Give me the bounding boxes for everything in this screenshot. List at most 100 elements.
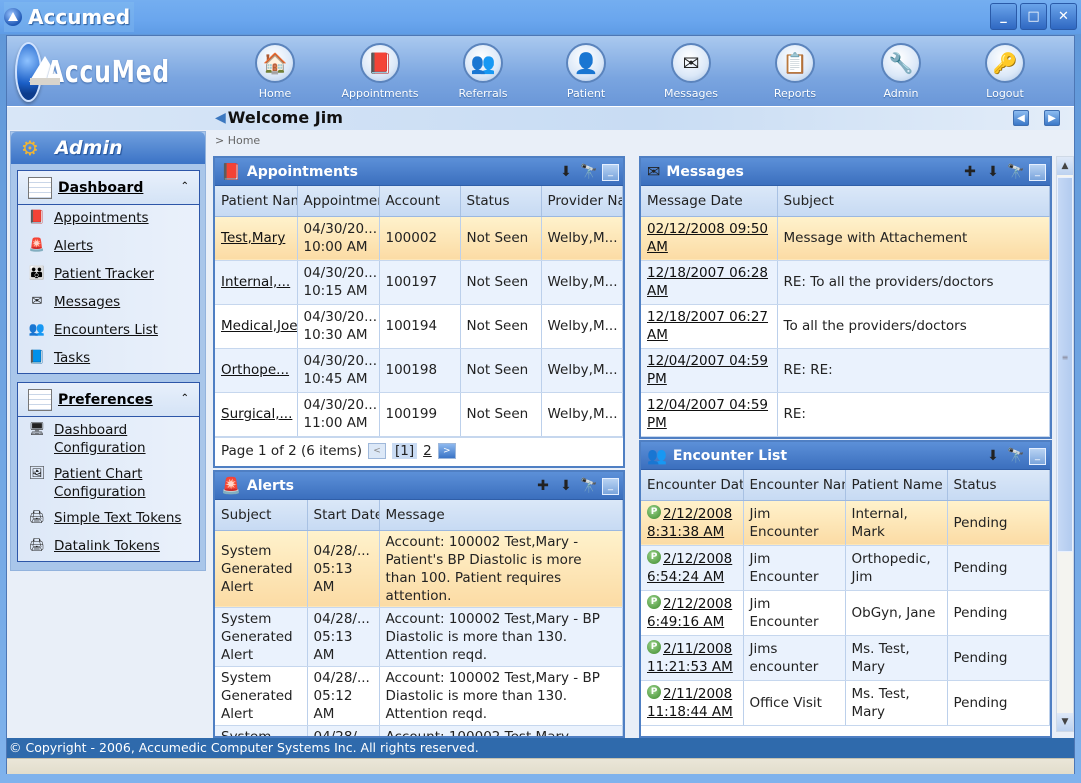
encounter-time-link[interactable]: 11:18:44 AM xyxy=(647,704,733,720)
table-row[interactable]: P 2/12/2008 6:49:16 AM Jim Encounter ObGyn, … xyxy=(641,590,1050,636)
sidebar-item-patient-tracker[interactable]: 👪 Patient Tracker xyxy=(18,261,199,289)
encounter-date-link[interactable]: 2/12/2008 xyxy=(663,506,732,522)
column-header[interactable]: Status xyxy=(460,186,542,217)
column-header[interactable]: Patient Name xyxy=(845,470,948,501)
minimize-panel-button[interactable]: _ xyxy=(1029,447,1046,465)
scroll-up-button[interactable]: ▲ xyxy=(1057,157,1073,175)
sidebar-link[interactable]: Simple Text Tokens xyxy=(54,509,181,527)
message-date-link[interactable]: 12/18/2007 06:28 AM xyxy=(647,265,768,299)
nav-patient[interactable]: 👤 Patient xyxy=(546,43,626,100)
sidebar-item-encounters-list[interactable]: 👥 Encounters List xyxy=(18,317,199,345)
vertical-scrollbar[interactable]: ▲ ≡ ▼ xyxy=(1056,156,1074,732)
sidebar-item-patient-chart-configuration[interactable]: 🖼 Patient Chart Configuration xyxy=(18,461,158,505)
column-header[interactable]: Subject xyxy=(777,186,1050,217)
maximize-window-button[interactable]: □ xyxy=(1020,3,1047,30)
column-header[interactable]: Status xyxy=(947,470,1050,501)
sidebar-link[interactable]: Encounters List xyxy=(54,321,158,339)
encounter-time-link[interactable]: 11:21:53 AM xyxy=(647,659,733,675)
sidebar-item-alerts[interactable]: 🚨 Alerts xyxy=(18,233,199,261)
binoculars-search-icon[interactable]: 🔭 xyxy=(1006,162,1026,182)
table-row[interactable]: 02/12/2008 09:50 AM Message with Attachem… xyxy=(641,216,1050,261)
column-header[interactable]: Encounter Date xyxy=(641,470,744,501)
patient-link[interactable]: Surgical,... xyxy=(221,406,292,422)
nav-referrals[interactable]: 👥 Referrals xyxy=(443,43,523,100)
encounter-time-link[interactable]: 8:31:38 AM xyxy=(647,524,724,540)
sidebar-link[interactable]: Dashboard Configuration xyxy=(54,421,158,457)
sidebar-link[interactable]: Patient Tracker xyxy=(54,265,154,283)
column-header[interactable]: Start Date xyxy=(307,500,380,531)
sidebar-item-messages[interactable]: ✉ Messages xyxy=(18,289,199,317)
history-forward-button[interactable]: ▶ xyxy=(1044,110,1060,126)
group-title[interactable]: Preferences xyxy=(58,392,153,408)
sidebar-link[interactable]: Patient Chart Configuration xyxy=(54,465,158,501)
table-row[interactable]: Medical,Joe 04/30/20... 10:30 AM 100194 Not … xyxy=(215,304,623,349)
sidebar-item-tasks[interactable]: 📘 Tasks xyxy=(18,345,199,373)
encounter-time-link[interactable]: 6:49:16 AM xyxy=(647,614,724,630)
binoculars-search-icon[interactable]: 🔭 xyxy=(1006,446,1026,466)
table-row[interactable]: Orthope... 04/30/20... 10:45 AM 100198 Not S… xyxy=(215,348,623,393)
sidebar-item-dashboard-configuration[interactable]: 🖥 Dashboard Configuration xyxy=(18,417,158,461)
nav-admin[interactable]: 🔧 Admin xyxy=(861,43,941,100)
scroll-thumb[interactable]: ≡ xyxy=(1057,177,1073,552)
minimize-panel-button[interactable]: _ xyxy=(1029,163,1046,181)
message-date-link[interactable]: 12/04/2007 04:59 PM xyxy=(647,353,768,387)
nav-reports[interactable]: 📋 Reports xyxy=(755,43,835,100)
table-row[interactable]: P 2/11/2008 11:21:53 AM Jims encounter Ms. T… xyxy=(641,635,1050,681)
table-row[interactable]: P 2/12/2008 6:54:24 AM Jim Encounter Orthope… xyxy=(641,545,1050,591)
table-row[interactable]: 12/04/2007 04:59 PM RE: xyxy=(641,392,1050,437)
table-row[interactable]: 12/18/2007 06:28 AM RE: To all the provid… xyxy=(641,260,1050,305)
collapse-icon[interactable]: ⌃ xyxy=(181,181,189,192)
collapse-icon[interactable]: ⌃ xyxy=(181,393,189,404)
table-row[interactable]: P 2/12/2008 8:31:38 AM Jim Encounter Interna… xyxy=(641,500,1050,546)
table-row[interactable]: System Generated Alert 04/28/... 05:13 AM… xyxy=(215,530,623,608)
sidebar-item-appointments[interactable]: 📕 Appointments xyxy=(18,205,199,233)
table-row[interactable]: 12/04/2007 04:59 PM RE: RE: xyxy=(641,348,1050,393)
table-row[interactable]: 12/18/2007 06:27 AM To all the providers/… xyxy=(641,304,1050,349)
patient-link[interactable]: Medical,Joe xyxy=(221,318,296,334)
table-row[interactable]: System Generated Alert 04/28/... 05:12 AM… xyxy=(215,666,623,726)
sidebar-link[interactable]: Datalink Tokens xyxy=(54,537,160,555)
back-arrow-icon[interactable]: ◀ xyxy=(215,110,226,126)
patient-link[interactable]: Test,Mary xyxy=(221,230,285,246)
column-header[interactable]: Appointment xyxy=(297,186,380,217)
export-icon[interactable]: ⬇ xyxy=(983,446,1003,466)
pager-next-button[interactable]: > xyxy=(437,443,456,459)
sidebar-link[interactable]: Appointments xyxy=(54,209,149,227)
add-icon[interactable]: ✚ xyxy=(960,162,980,182)
binoculars-search-icon[interactable]: 🔭 xyxy=(579,476,599,496)
encounter-date-link[interactable]: 2/11/2008 xyxy=(663,686,732,702)
binoculars-search-icon[interactable]: 🔭 xyxy=(579,162,599,182)
encounter-date-link[interactable]: 2/12/2008 xyxy=(663,596,732,612)
column-header[interactable]: Message xyxy=(379,500,623,531)
message-date-link[interactable]: 02/12/2008 09:50 AM xyxy=(647,221,768,255)
column-header[interactable]: Subject xyxy=(215,500,308,531)
minimize-window-button[interactable]: _ xyxy=(990,3,1017,30)
history-back-button[interactable]: ◀ xyxy=(1013,110,1029,126)
message-date-link[interactable]: 12/04/2007 04:59 PM xyxy=(647,397,768,431)
nav-messages[interactable]: ✉ Messages xyxy=(651,43,731,100)
table-row[interactable]: Internal,... 04/30/20... 10:15 AM 100197 Not… xyxy=(215,260,623,305)
table-row[interactable]: P 2/11/2008 11:18:44 AM Office Visit Ms. Tes… xyxy=(641,680,1050,726)
export-icon[interactable]: ⬇ xyxy=(556,476,576,496)
add-icon[interactable]: ✚ xyxy=(533,476,553,496)
sidebar-item-datalink-tokens[interactable]: 🖨 Datalink Tokens xyxy=(18,533,199,561)
sidebar-link[interactable]: Alerts xyxy=(54,237,93,255)
minimize-panel-button[interactable]: _ xyxy=(602,477,619,495)
table-row[interactable]: Test,Mary 04/30/20... 10:00 AM 100002 Not Se… xyxy=(215,216,623,261)
column-header[interactable]: Patient Name xyxy=(215,186,298,217)
encounter-date-link[interactable]: 2/12/2008 xyxy=(663,551,732,567)
column-header[interactable]: Account xyxy=(379,186,461,217)
close-window-button[interactable]: ✕ xyxy=(1050,3,1077,30)
message-date-link[interactable]: 12/18/2007 06:27 AM xyxy=(647,309,768,343)
sidebar-link[interactable]: Tasks xyxy=(54,349,90,367)
nav-logout[interactable]: 🔑 Logout xyxy=(965,43,1045,100)
column-header[interactable]: Provider Name xyxy=(541,186,623,217)
pager-prev-button[interactable]: < xyxy=(368,443,386,459)
sidebar-item-simple-text-tokens[interactable]: 🖨 Simple Text Tokens xyxy=(18,505,199,533)
column-header[interactable]: Message Date xyxy=(641,186,778,217)
table-row[interactable]: System 04/28/... Account: 100002 Test,Mary… xyxy=(215,725,623,736)
table-row[interactable]: System Generated Alert 04/28/... 05:13 AM… xyxy=(215,607,623,667)
column-header[interactable]: Encounter Name xyxy=(743,470,846,501)
minimize-panel-button[interactable]: _ xyxy=(602,163,619,181)
export-icon[interactable]: ⬇ xyxy=(983,162,1003,182)
